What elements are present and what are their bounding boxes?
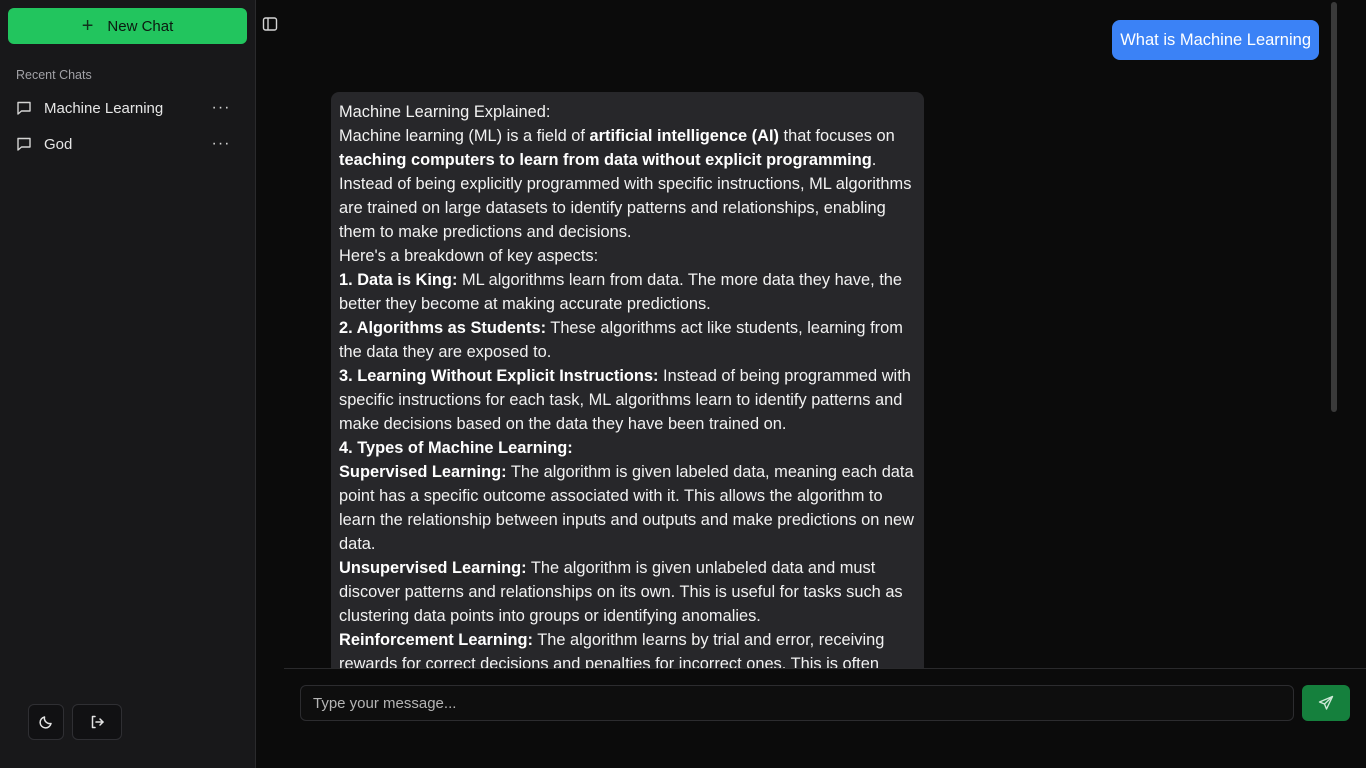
logout-icon	[89, 714, 105, 730]
point-item: 3. Learning Without Explicit Instruction…	[339, 367, 911, 433]
message-input[interactable]	[300, 685, 1294, 721]
chat-scrollbar[interactable]	[1331, 2, 1337, 412]
response-heading: Machine Learning Explained:	[339, 103, 551, 121]
sidebar-item-label: Machine Learning	[44, 99, 164, 117]
point-item: 2. Algorithms as Students: These algorit…	[339, 319, 903, 361]
point-item: 1. Data is King: ML algorithms learn fro…	[339, 271, 903, 313]
chat-bubble-icon	[16, 100, 32, 116]
send-icon	[1318, 695, 1334, 711]
ml-type-item: Supervised Learning: The algorithm is gi…	[339, 463, 914, 553]
new-chat-button[interactable]: + New Chat	[8, 8, 247, 44]
assistant-message-bubble: Machine Learning Explained: Machine lear…	[331, 92, 924, 692]
response-intro: Machine learning (ML) is a field of arti…	[339, 127, 895, 169]
more-options-icon[interactable]: ···	[209, 99, 233, 117]
sidebar: + New Chat Recent Chats Machine Learning…	[0, 0, 256, 768]
sidebar-item-machine-learning[interactable]: Machine Learning ···	[8, 92, 247, 124]
chat-bubble-icon	[16, 136, 32, 152]
point-item: 4. Types of Machine Learning:	[339, 439, 573, 457]
user-message-bubble: What is Machine Learning	[1112, 20, 1319, 60]
sidebar-toggle-icon[interactable]	[262, 16, 278, 32]
send-button[interactable]	[1302, 685, 1350, 721]
sidebar-item-label: God	[44, 135, 73, 153]
response-paragraph: Instead of being explicitly programmed w…	[339, 175, 912, 241]
moon-icon	[38, 714, 54, 730]
recent-chats-heading: Recent Chats	[16, 68, 92, 82]
ml-type-item: Unsupervised Learning: The algorithm is …	[339, 559, 903, 625]
new-chat-label: New Chat	[107, 17, 174, 35]
logout-button[interactable]	[72, 704, 122, 740]
plus-icon: +	[81, 15, 94, 37]
sidebar-item-god[interactable]: God ···	[8, 128, 247, 160]
more-options-icon[interactable]: ···	[209, 135, 233, 153]
theme-toggle-button[interactable]	[28, 704, 64, 740]
response-breakdown: Here's a breakdown of key aspects:	[339, 247, 599, 265]
